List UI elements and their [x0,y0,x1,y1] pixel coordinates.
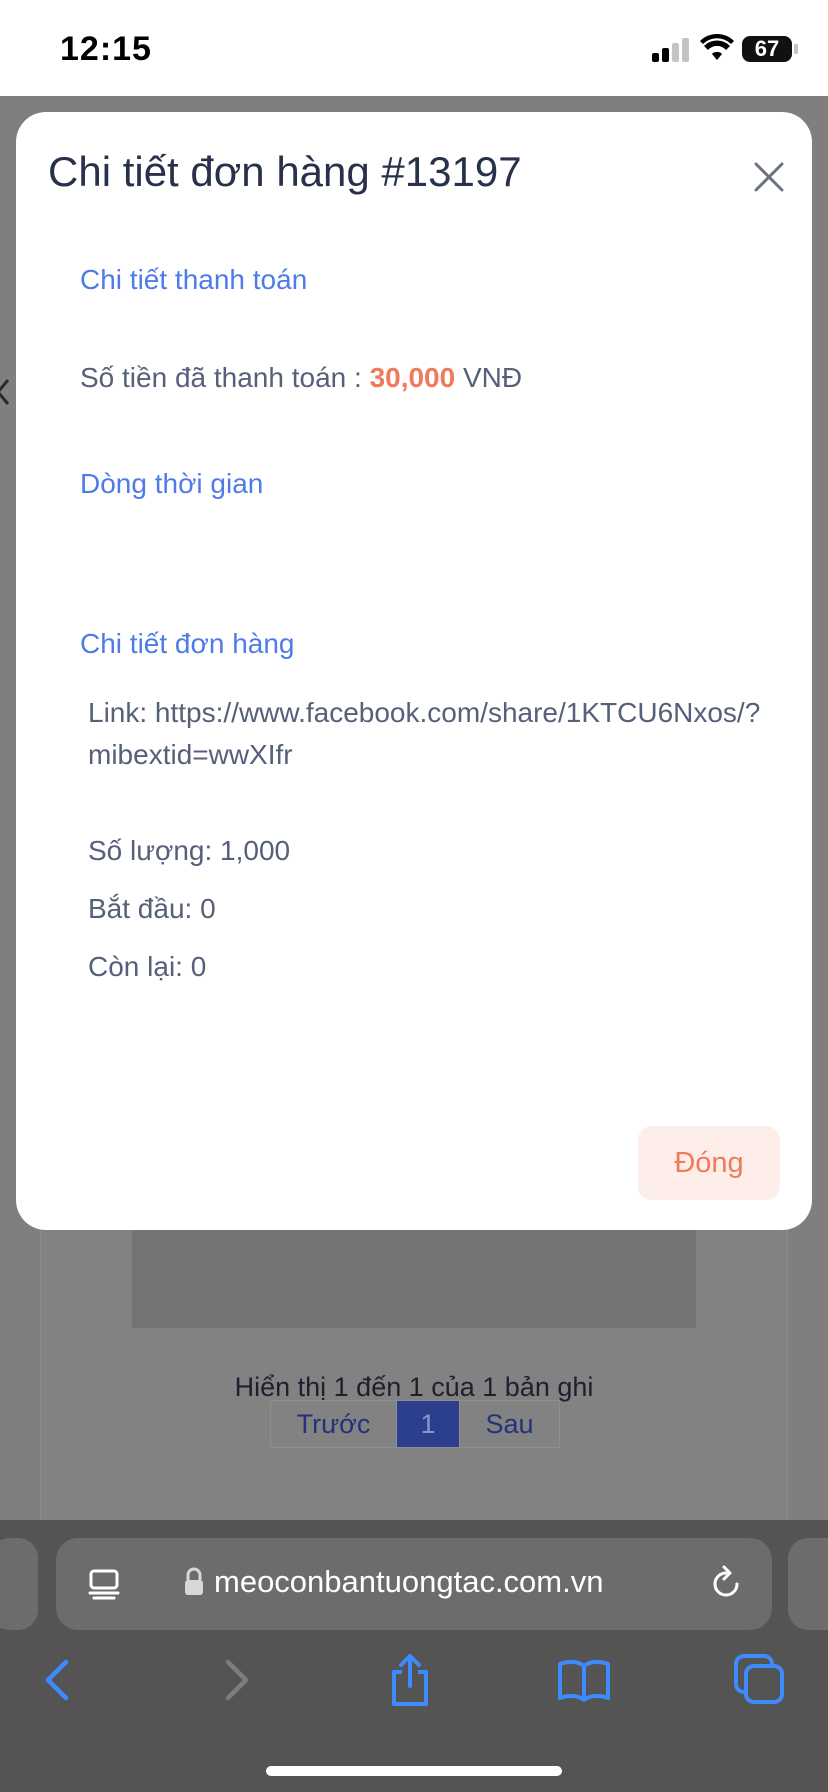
share-icon[interactable] [382,1652,438,1708]
forward-icon[interactable] [208,1652,264,1708]
back-icon[interactable] [30,1652,86,1708]
pagination-prev-button[interactable]: Trước [271,1401,397,1447]
pagination-info: Hiển thị 1 đến 1 của 1 bản ghi [234,1372,594,1402]
status-time: 12:15 [60,30,152,68]
battery-icon: 67 [742,36,798,62]
order-quantity: Số lượng: 1,000 [88,835,291,866]
close-icon[interactable] [746,154,792,200]
close-button[interactable]: Đóng [638,1126,780,1200]
timeline-section-title: Dòng thời gian [80,468,264,499]
pagination-next-button[interactable]: Sau [459,1401,559,1447]
order-start: Bắt đầu: 0 [88,893,216,924]
wifi-icon [700,34,734,60]
order-section-title: Chi tiết đơn hàng [80,628,295,659]
modal-title: Chi tiết đơn hàng #13197 [48,148,522,195]
url-text[interactable]: meoconbantuongtac.com.vn [214,1564,603,1600]
order-detail-modal: Chi tiết đơn hàng #13197 Chi tiết thanh … [16,112,812,1230]
previous-tab-preview[interactable] [0,1538,38,1630]
payment-section-title: Chi tiết thanh toán [80,264,308,295]
next-tab-preview[interactable] [788,1538,828,1630]
paid-label: Số tiền đã thanh toán : [80,362,362,393]
paid-amount: 30,000 [369,362,456,393]
signal-icon [652,38,690,62]
order-remaining: Còn lại: 0 [88,951,207,982]
chevron-left-icon [0,379,10,405]
currency: VNĐ [462,362,523,393]
pagination-page-button[interactable]: 1 [397,1401,459,1447]
order-link: Link: https://www.facebook.com/share/1KT… [88,697,761,770]
reader-icon[interactable] [86,1566,122,1602]
pagination: Trước 1 Sau [270,1400,560,1448]
paid-amount-line: Số tiền đã thanh toán : 30,000 VNĐ [80,362,522,394]
tabs-icon[interactable] [732,1652,788,1708]
home-indicator[interactable] [266,1766,562,1776]
address-bar[interactable]: meoconbantuongtac.com.vn [56,1538,772,1630]
bookmarks-icon[interactable] [556,1652,612,1708]
reload-icon[interactable] [708,1564,744,1602]
status-bar: 12:15 67 [0,0,828,96]
lock-icon [185,1567,203,1595]
browser-toolbar: meoconbantuongtac.com.vn [0,1520,828,1792]
